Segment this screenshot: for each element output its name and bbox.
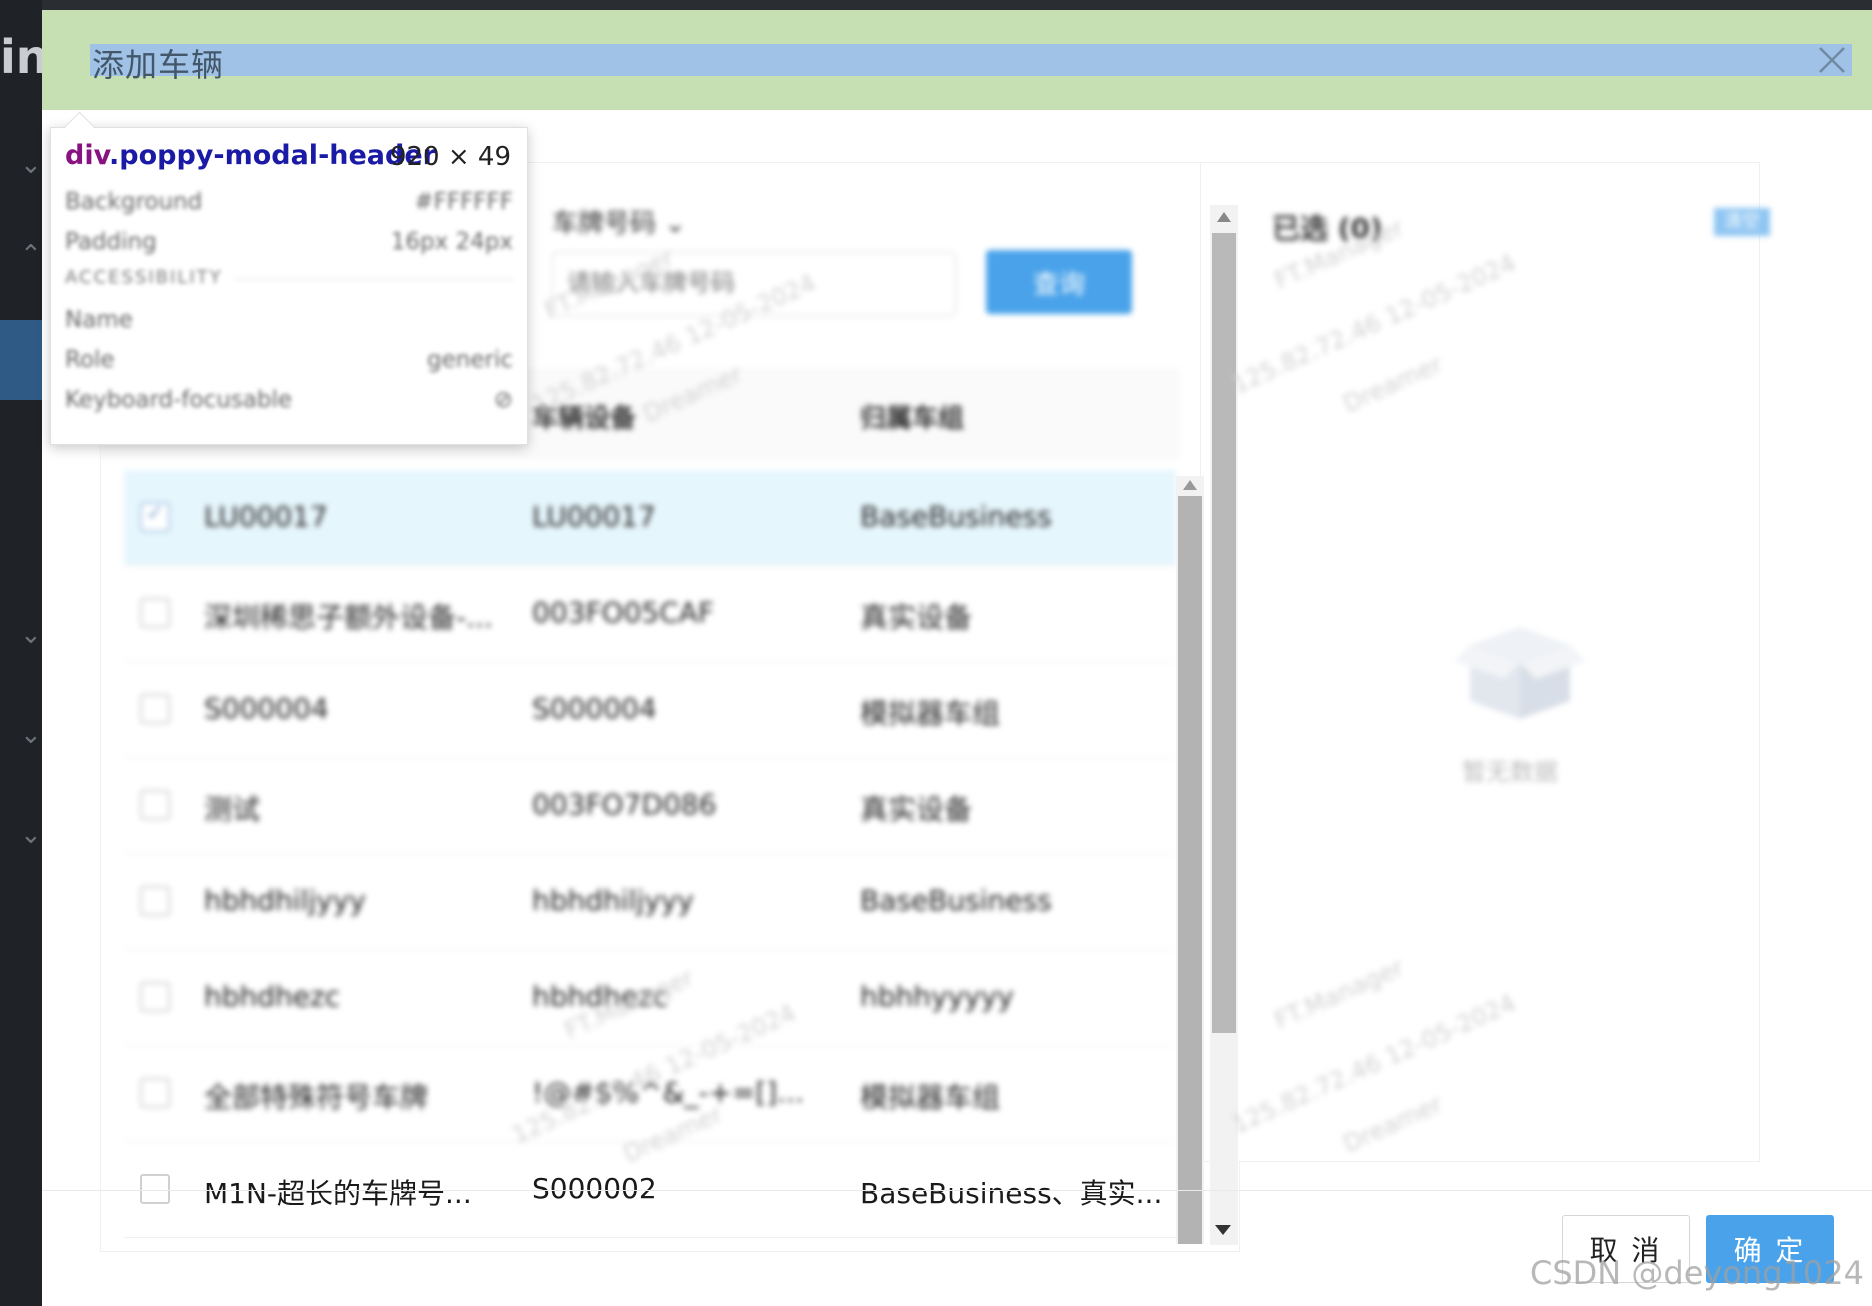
chevron-down-icon[interactable]: ⌄ <box>20 620 42 650</box>
devtools-inspector-tooltip: div.poppy-modal-header 920 × 49 Backgrou… <box>50 127 528 445</box>
cell-device: hbhdhiljyyy <box>532 884 694 917</box>
inspector-class: .poppy-modal-header <box>108 140 436 171</box>
scroll-down-icon[interactable] <box>1215 1225 1231 1235</box>
focusable-icon: ⊘ <box>493 387 513 413</box>
cell-group: 真实设备 <box>860 793 973 826</box>
chevron-up-icon[interactable]: ⌃ <box>20 240 42 270</box>
cell-plate: hbhdhiljyyy <box>204 884 366 917</box>
scroll-up-icon[interactable] <box>1217 212 1231 222</box>
cell-plate: M1N-超长的车牌号... <box>204 1177 472 1210</box>
table-row[interactable]: 测试 003FO7D086 真实设备 <box>124 758 1176 854</box>
chevron-down-icon: ⌄ <box>664 209 687 239</box>
inspector-row-value: 16px 24px <box>390 229 513 255</box>
table-row[interactable]: LU00017 LU00017 BaseBusiness <box>124 470 1176 566</box>
scroll-up-icon[interactable] <box>1183 480 1197 490</box>
empty-state-text: 暂无数据 <box>1462 758 1558 786</box>
cell-group: 真实设备 <box>860 601 973 634</box>
modal-scrollbar[interactable] <box>1210 205 1238 1245</box>
inspector-row-key: Padding <box>65 229 157 255</box>
row-checkbox[interactable] <box>140 1174 170 1204</box>
screen: in ⌄ ⌃ ⌄ ⌄ ⌄ 添加车辆 车牌号码 ⌄ 查询 车辆设备 归属车 <box>0 0 1872 1306</box>
chevron-down-icon[interactable]: ⌄ <box>20 820 42 850</box>
row-checkbox[interactable] <box>140 694 170 724</box>
footer-divider <box>42 1190 1872 1191</box>
inspector-row: Role generic <box>65 341 513 379</box>
inspector-row: Padding 16px 24px <box>65 223 513 261</box>
inspector-size: 920 × 49 <box>389 142 511 172</box>
close-icon[interactable] <box>1814 42 1850 78</box>
cell-device: 003FO7D086 <box>532 788 717 821</box>
table-row[interactable]: S000004 S000004 模拟器车组 <box>124 662 1176 758</box>
cell-device: S000004 <box>532 692 657 725</box>
cell-device: LU00017 <box>532 500 656 533</box>
inspector-row: Keyboard-focusable ⊘ <box>65 381 513 419</box>
modal-scrollbar-thumb[interactable] <box>1212 233 1236 1033</box>
header-content-highlight <box>90 44 1852 76</box>
cell-plate: S000004 <box>204 692 329 725</box>
cell-plate: hbhdhezc <box>204 980 341 1013</box>
table-scrollbar[interactable] <box>1176 476 1204 1244</box>
cell-plate: 全部特殊符号车牌 <box>204 1081 429 1114</box>
table-scrollbar-thumb[interactable] <box>1178 496 1202 1244</box>
inspector-row-key: Role <box>65 347 115 373</box>
divider <box>235 279 513 280</box>
cell-group: hbhhyyyyy <box>860 980 1014 1013</box>
inspector-row-value: generic <box>427 347 513 373</box>
chevron-down-icon[interactable]: ⌄ <box>20 720 42 750</box>
inspector-row-value: #FFFFFF <box>414 189 513 215</box>
inspector-row: Name <box>65 301 513 339</box>
chevron-down-icon[interactable]: ⌄ <box>20 150 42 180</box>
column-header-group[interactable]: 归属车组 <box>860 398 964 435</box>
cell-device: 003FO05CAF <box>532 596 715 629</box>
search-button[interactable]: 查询 <box>986 250 1132 314</box>
cell-plate: LU00017 <box>204 500 328 533</box>
cell-device: S000002 <box>532 1172 657 1205</box>
row-checkbox[interactable] <box>140 790 170 820</box>
inspector-tag: div <box>65 140 109 171</box>
inspector-section-title: ACCESSIBILITY <box>65 267 223 288</box>
cell-group: BaseBusiness、真实... <box>860 1177 1163 1210</box>
inspector-row-key: Name <box>65 307 133 333</box>
empty-box-icon <box>1450 615 1590 727</box>
inspector-row: Background #FFFFFF <box>65 183 513 221</box>
row-checkbox[interactable] <box>140 598 170 628</box>
sidebar-selected-item[interactable] <box>0 320 42 400</box>
cell-group: BaseBusiness <box>860 884 1052 917</box>
table-row[interactable]: hbhdhiljyyy hbhdhiljyyy BaseBusiness <box>124 854 1176 950</box>
cell-plate: 深圳稀思子额外设备-... <box>204 601 493 634</box>
clear-selection-link[interactable]: 清空 <box>1714 208 1770 236</box>
row-checkbox[interactable] <box>140 886 170 916</box>
row-checkbox[interactable] <box>140 982 170 1012</box>
inspector-section: ACCESSIBILITY <box>65 267 513 299</box>
table-row[interactable]: 深圳稀思子额外设备-... 003FO05CAF 真实设备 <box>124 566 1176 662</box>
row-checkbox[interactable] <box>140 1078 170 1108</box>
inspector-row-key: Background <box>65 189 203 215</box>
cell-plate: 测试 <box>204 793 261 826</box>
csdn-watermark: CSDN @deyong1024 <box>1530 1254 1864 1292</box>
cell-group: 模拟器车组 <box>860 697 1001 730</box>
cell-group: 模拟器车组 <box>860 1081 1001 1114</box>
row-checkbox[interactable] <box>140 501 170 532</box>
modal-header: 添加车辆 <box>42 10 1872 110</box>
app-sidebar: in ⌄ ⌃ ⌄ ⌄ ⌄ <box>0 0 49 1306</box>
inspector-row-key: Keyboard-focusable <box>65 387 293 413</box>
plate-filter-dropdown[interactable]: 车牌号码 ⌄ <box>552 203 686 240</box>
modal-title: 添加车辆 <box>92 46 225 84</box>
plate-filter-label: 车牌号码 <box>552 209 657 239</box>
cell-group: BaseBusiness <box>860 500 1052 533</box>
